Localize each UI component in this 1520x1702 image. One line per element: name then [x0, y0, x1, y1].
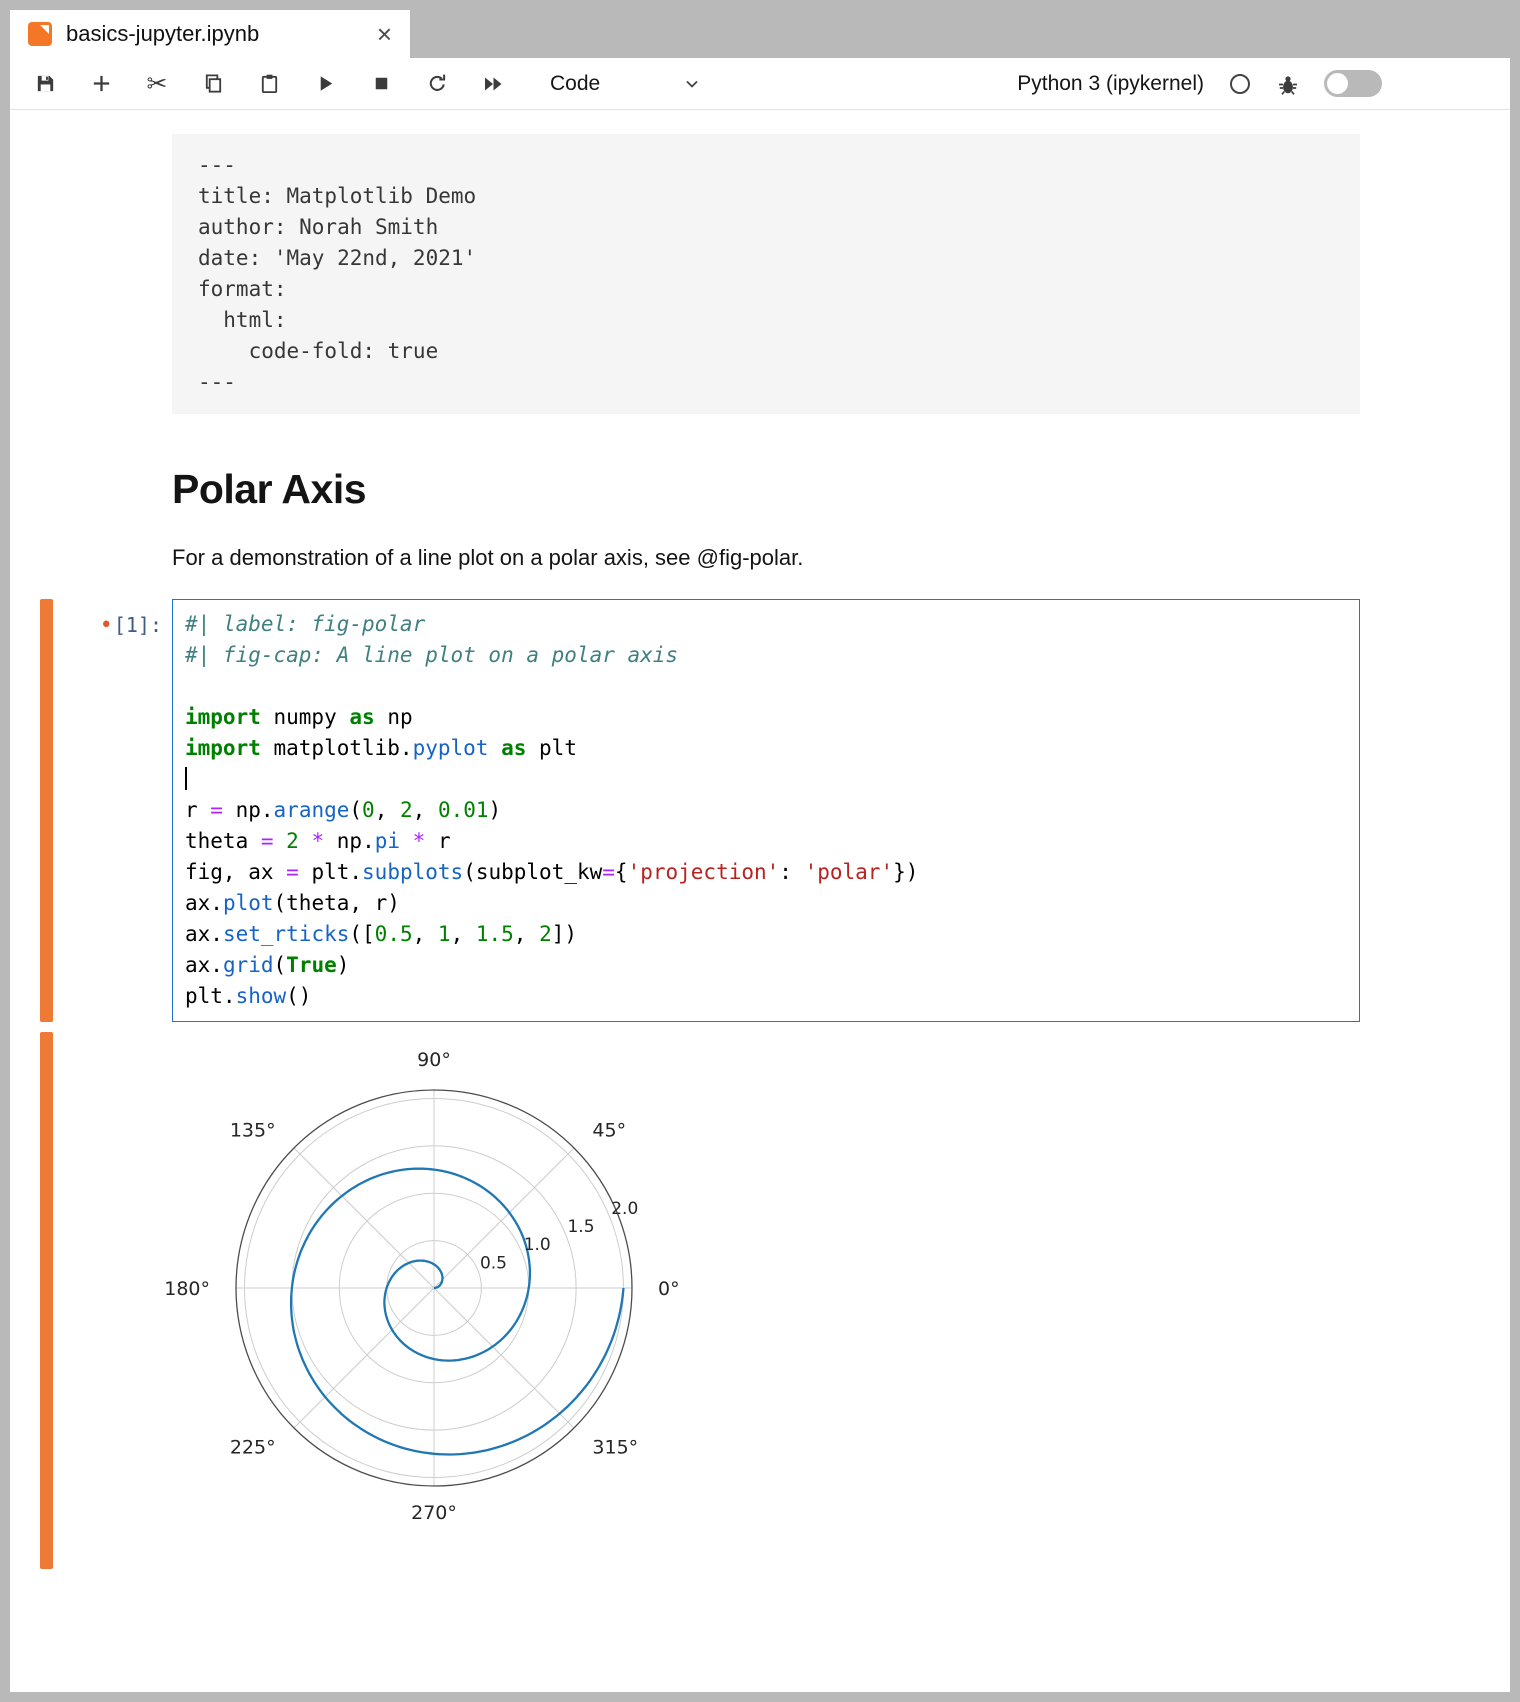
section-heading: Polar Axis	[172, 466, 1360, 513]
paste-icon	[258, 72, 281, 95]
section-paragraph: For a demonstration of a line plot on a …	[172, 545, 1360, 571]
cut-cell-button[interactable]: ✂	[144, 71, 170, 97]
cell-gutter	[10, 134, 172, 414]
code-cell: •[1]: #| label: fig-polar#| fig-cap: A l…	[10, 599, 1510, 1022]
svg-text:315°: 315°	[592, 1436, 638, 1458]
restart-run-all-button[interactable]	[480, 71, 506, 97]
code-editor-content: #| label: fig-polar#| fig-cap: A line pl…	[185, 609, 1347, 1012]
output-cell: 0°45°90°135°180°225°270°315°0.51.01.52.0	[10, 1032, 1510, 1569]
kernel-status-icon	[1228, 72, 1252, 96]
cell-gutter	[10, 466, 172, 599]
save-button[interactable]	[32, 71, 58, 97]
interrupt-kernel-button[interactable]	[368, 71, 394, 97]
svg-text:1.5: 1.5	[567, 1217, 594, 1237]
chevron-down-icon	[682, 74, 702, 94]
svg-text:45°: 45°	[592, 1120, 626, 1142]
svg-text:270°: 270°	[411, 1502, 457, 1524]
toolbar-kernel-area: Python 3 (ipykernel)	[1017, 70, 1510, 97]
markdown-cell[interactable]: Polar Axis For a demonstration of a line…	[10, 466, 1510, 599]
tab-close-icon[interactable]: ×	[377, 21, 392, 47]
svg-text:0°: 0°	[658, 1278, 680, 1300]
svg-text:90°: 90°	[417, 1049, 451, 1071]
svg-text:225°: 225°	[230, 1436, 276, 1458]
app-window: basics-jupyter.ipynb × ✂	[0, 0, 1520, 1702]
cut-icon: ✂	[147, 69, 168, 98]
stop-icon	[370, 72, 393, 95]
polar-plot: 0°45°90°135°180°225°270°315°0.51.01.52.0	[166, 1038, 806, 1543]
copy-cell-button[interactable]	[200, 71, 226, 97]
debugger-bug-icon[interactable]	[1276, 72, 1300, 96]
cell-type-dropdown[interactable]: Code	[550, 72, 702, 96]
cell-gutter: •[1]:	[10, 599, 172, 1022]
svg-text:1.0: 1.0	[524, 1235, 551, 1255]
run-cell-button[interactable]	[312, 71, 338, 97]
tab-title: basics-jupyter.ipynb	[66, 21, 363, 47]
tab-bar: basics-jupyter.ipynb ×	[10, 10, 1510, 58]
cell-gutter	[10, 1032, 172, 1569]
kernel-name[interactable]: Python 3 (ipykernel)	[1017, 72, 1204, 96]
markdown-rendered: Polar Axis For a demonstration of a line…	[172, 466, 1360, 599]
notebook-file-icon	[28, 22, 52, 46]
cell-dirty-indicator: •	[100, 613, 113, 638]
simple-mode-toggle[interactable]	[1324, 70, 1382, 97]
code-editor[interactable]: #| label: fig-polar#| fig-cap: A line pl…	[172, 599, 1360, 1022]
fast-forward-icon	[481, 72, 505, 96]
svg-text:2.0: 2.0	[611, 1199, 638, 1219]
insert-cell-button[interactable]	[88, 71, 114, 97]
run-icon	[314, 72, 337, 95]
restart-kernel-button[interactable]	[424, 71, 450, 97]
svg-text:0.5: 0.5	[480, 1253, 507, 1273]
execution-prompt: •[1]:	[100, 599, 172, 1022]
raw-cell: --- title: Matplotlib Demo author: Norah…	[10, 134, 1510, 414]
svg-text:135°: 135°	[230, 1120, 276, 1142]
save-icon	[34, 72, 57, 95]
paste-cell-button[interactable]	[256, 71, 282, 97]
prompt-text: [1]:	[114, 613, 162, 637]
copy-icon	[202, 72, 225, 95]
output-collapser[interactable]	[40, 1032, 53, 1569]
input-collapser[interactable]	[40, 599, 53, 1022]
notebook-content: --- title: Matplotlib Demo author: Norah…	[10, 110, 1510, 1692]
cell-type-label: Code	[550, 72, 600, 96]
plus-icon	[90, 72, 113, 95]
jupyterlab-window: basics-jupyter.ipynb × ✂	[10, 10, 1510, 1692]
cell-output: 0°45°90°135°180°225°270°315°0.51.01.52.0	[172, 1032, 1360, 1569]
notebook-tab[interactable]: basics-jupyter.ipynb ×	[10, 10, 410, 58]
frontmatter-cell[interactable]: --- title: Matplotlib Demo author: Norah…	[172, 134, 1360, 414]
restart-icon	[426, 72, 449, 95]
toggle-knob	[1327, 73, 1348, 94]
notebook-toolbar: ✂	[10, 58, 1510, 110]
